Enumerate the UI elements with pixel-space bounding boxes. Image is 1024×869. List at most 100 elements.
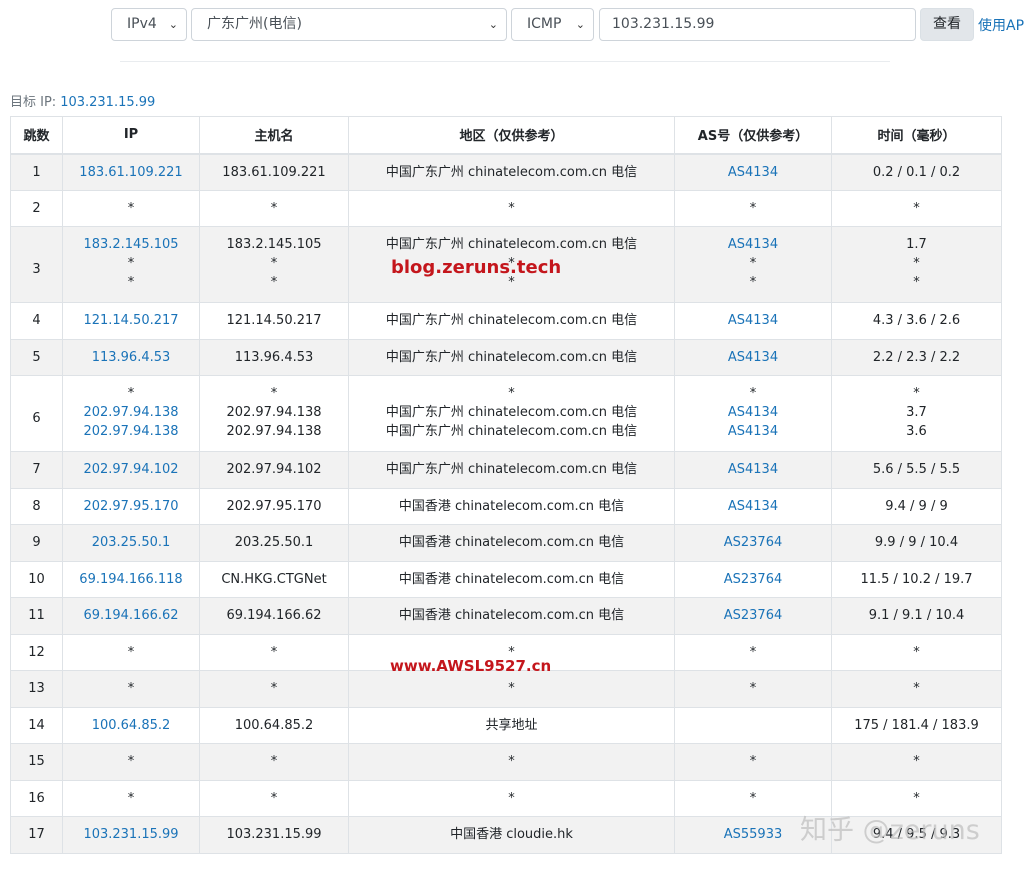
protocol-value: ICMP [527,16,562,32]
cell-text: 202.97.94.138 [226,424,322,439]
protocol-select[interactable]: ICMP ⌄ [511,8,594,41]
as-cell: AS4134 [674,487,832,525]
as-link[interactable]: AS23764 [675,533,831,552]
ip-link[interactable]: 113.96.4.53 [63,348,199,367]
hostname-cell: * [199,633,349,671]
table-header: 跳数 IP 主机名 地区（仅供参考） AS号（仅供参考） 时间（毫秒） [10,116,1002,155]
as-link[interactable]: AS23764 [675,570,831,589]
as-link[interactable]: AS4134 [675,235,831,254]
target-ip-label: 目标 IP: [10,95,57,110]
region-cell: 中国香港 chinatelecom.com.cn 电信 [348,597,675,635]
as-link[interactable]: AS4134 [675,348,831,367]
cell-text: 中国广东广州 chinatelecom.com.cn 电信 [385,424,638,439]
cell-text: 中国广东广州 chinatelecom.com.cn 电信 [385,313,638,329]
cell-text: 9.9 / 9 / 10.4 [874,535,959,551]
hostname-cell: 103.231.15.99 [199,816,349,854]
ip-link[interactable]: 203.25.50.1 [63,533,199,552]
as-link[interactable]: AS23764 [675,606,831,625]
cell-text: 中国广东广州 chinatelecom.com.cn 电信 [385,349,638,365]
ip-link[interactable]: 121.14.50.217 [63,311,199,330]
ip-link[interactable]: 202.97.94.138 [63,422,199,441]
hostname-cell: 203.25.50.1 [199,524,349,562]
ip-cell: 113.96.4.53 [62,338,200,376]
table-row: 10 69.194.166.118 CN.HKG.CTGNet 中国香港 chinat… [10,560,1002,598]
cell-text: * [127,256,135,271]
hop-cell: 8 [10,487,63,525]
cell-text: * [127,790,135,806]
cell-text: 中国香港 chinatelecom.com.cn 电信 [398,608,625,624]
ip-cell: * [62,670,200,708]
ip-link[interactable]: 183.61.109.221 [63,163,199,182]
ip-link[interactable]: 100.64.85.2 [63,716,199,735]
cell-text: * [913,644,920,660]
hostname-cell: 202.97.94.102 [199,451,349,489]
use-api-link[interactable]: 使用AP [978,15,1024,35]
as-cell [674,706,832,744]
time-cell: 5.6 / 5.5 / 5.5 [831,451,1002,489]
as-link[interactable]: AS4134 [675,311,831,330]
cell-text: * [749,200,757,216]
region-cell: * [348,779,675,817]
hostname-cell: 121.14.50.217 [199,302,349,340]
time-cell: * [831,189,1002,227]
as-link[interactable]: AS4134 [675,497,831,516]
cell-text: 103.231.15.99 [226,827,322,843]
ip-link[interactable]: 202.97.95.170 [63,497,199,516]
table-row: 11 69.194.166.62 69.194.166.62 中国香港 chinate… [10,597,1002,635]
cell-text: * [508,754,515,770]
region-cell: 中国香港 chinatelecom.com.cn 电信 [348,524,675,562]
ip-cell: * [62,189,200,227]
time-cell: 4.3 / 3.6 / 2.6 [831,302,1002,340]
cell-text: 中国广东广州 chinatelecom.com.cn 电信 [385,462,638,478]
time-cell: 9.4 / 9 / 9 [831,487,1002,525]
ip-link[interactable]: 202.97.94.102 [63,460,199,479]
cell-text: * [749,256,757,271]
ip-cell: 202.97.95.170 [62,487,200,525]
as-cell: AS4134 [674,302,832,340]
ip-link[interactable]: 69.194.166.62 [63,606,199,625]
hop-cell: 11 [10,597,63,635]
cell-text: * [749,275,757,290]
hop-cell: 3 [10,226,63,303]
column-header: 时间（毫秒） [831,116,1002,155]
as-link[interactable]: AS4134 [675,422,831,441]
as-link[interactable]: AS4134 [675,403,831,422]
site-watermark: www.AWSL9527.cn [390,657,552,675]
cell-text: * [127,386,135,401]
time-cell: * [831,743,1002,781]
region-cell: * [348,189,675,227]
cell-text: 中国香港 chinatelecom.com.cn 电信 [398,571,625,587]
ip-version-select[interactable]: IPv4 ⌄ [111,8,187,41]
ip-link[interactable]: 69.194.166.118 [63,570,199,589]
target-ip-input[interactable]: 103.231.15.99 [599,8,916,41]
hostname-cell: * [199,779,349,817]
table-row: 7 202.97.94.102 202.97.94.102 中国广东广州 chinat… [10,451,1002,489]
column-header: IP [62,116,200,155]
cell-text: 0.2 / 0.1 / 0.2 [872,164,961,180]
ip-link[interactable]: 202.97.94.138 [63,403,199,422]
cell-text: 3.7 [906,405,927,420]
as-link[interactable]: AS4134 [675,163,831,182]
ip-cell: 100.64.85.2 [62,706,200,744]
hostname-cell: * [199,743,349,781]
cell-text: * [270,256,278,271]
as-cell: AS4134 [674,451,832,489]
table-row: 14 100.64.85.2 100.64.85.2 共享地址 175 / 181.4 … [10,706,1002,744]
cell-text: * [270,681,278,697]
ip-link[interactable]: 103.231.15.99 [63,825,199,844]
node-value: 广东广州(电信) [207,16,302,32]
query-button[interactable]: 查看 [920,8,974,41]
ip-cell: 183.2.145.105 * * [62,226,200,303]
cell-text: * [270,644,278,660]
ip-link[interactable]: 183.2.145.105 [63,235,199,254]
node-select[interactable]: 广东广州(电信) ⌄ [191,8,507,41]
as-cell: AS4134 * * [674,226,832,303]
time-cell: 1.7 * * [831,226,1002,303]
table-row: 15 * * * * * [10,743,1002,781]
ip-cell: 69.194.166.62 [62,597,200,635]
cell-text: * [749,644,757,660]
cell-text: 175 / 181.4 / 183.9 [854,717,979,733]
table-row: 9 203.25.50.1 203.25.50.1 中国香港 chinatelecom… [10,524,1002,562]
cell-text: * [749,754,757,770]
as-link[interactable]: AS4134 [675,460,831,479]
